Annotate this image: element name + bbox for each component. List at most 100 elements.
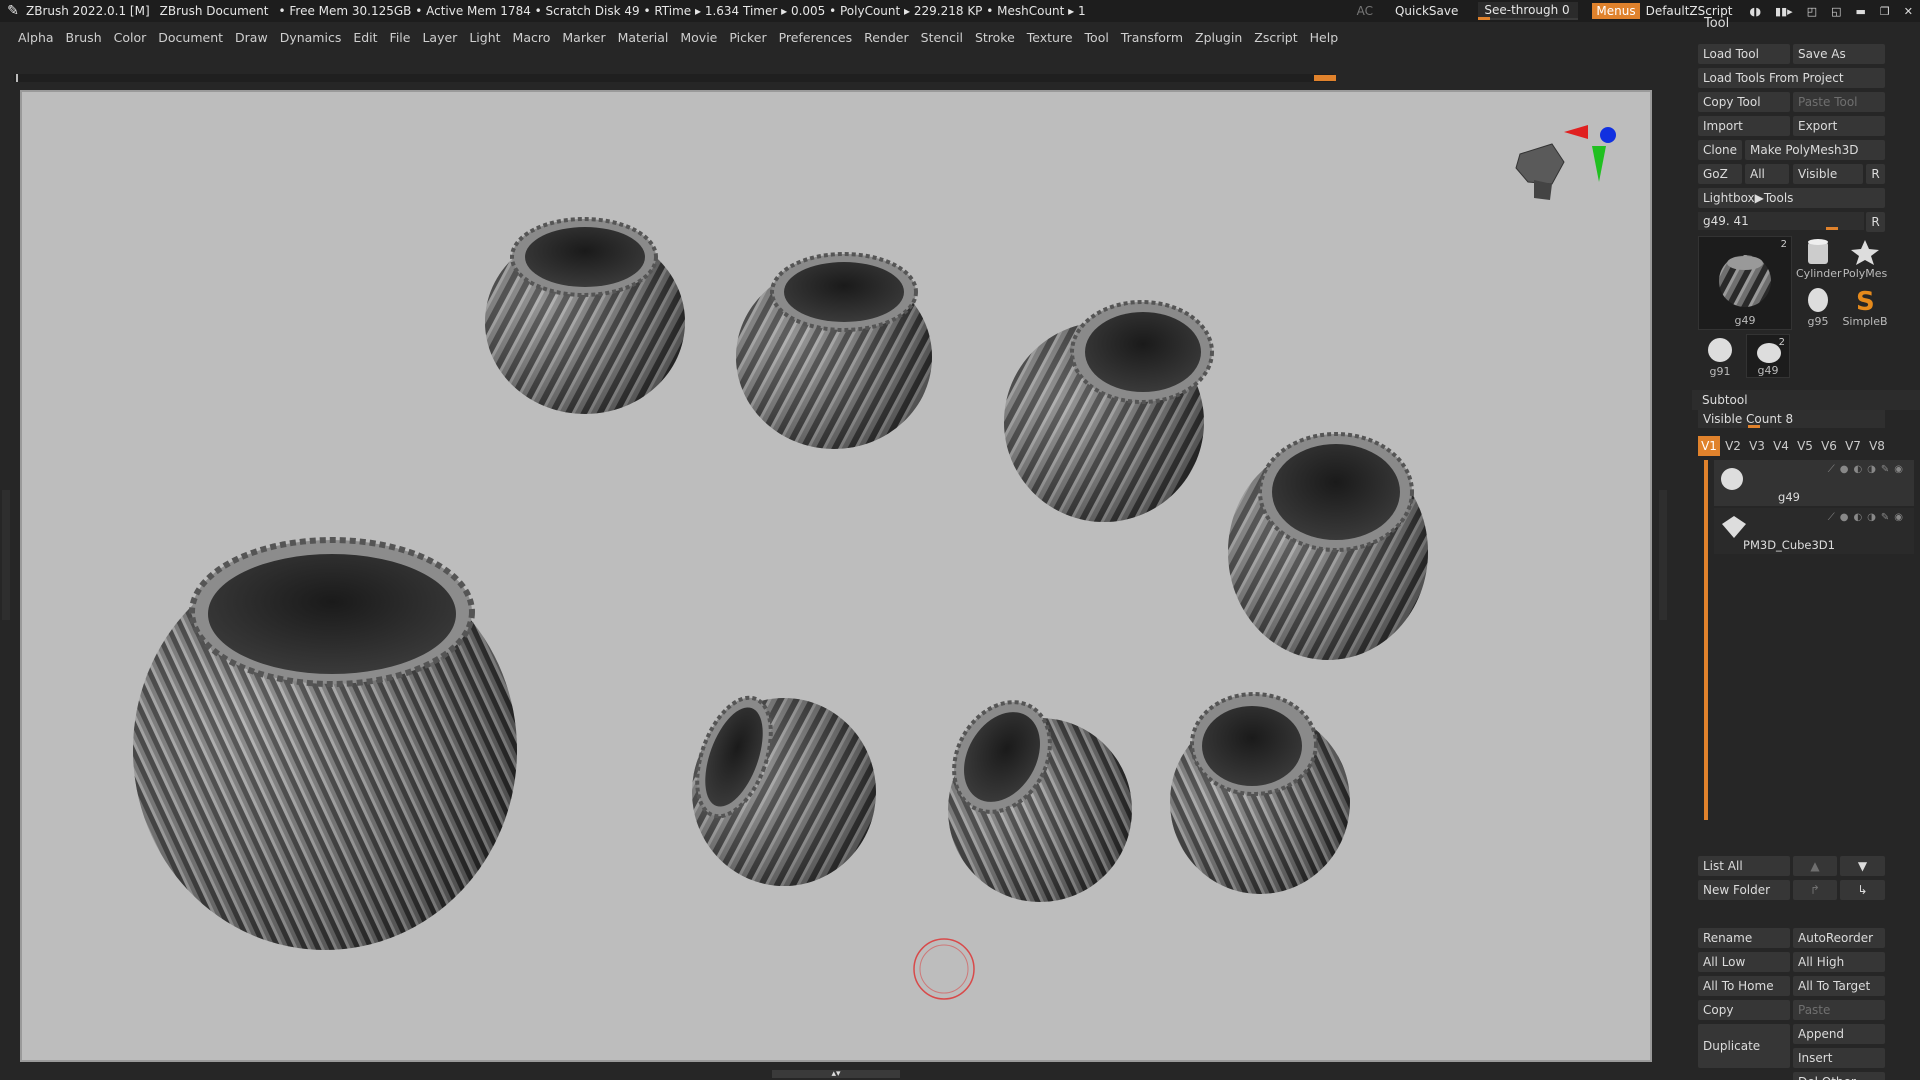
layout-arrows-icon[interactable]: ▮▮▸ [1775, 5, 1793, 18]
menu-texture[interactable]: Texture [1027, 30, 1073, 45]
import-button[interactable]: Import [1698, 116, 1790, 136]
tab-v6[interactable]: V6 [1818, 436, 1840, 456]
export-button[interactable]: Export [1793, 116, 1885, 136]
tab-v2[interactable]: V2 [1722, 436, 1744, 456]
goz-all-button[interactable]: All [1745, 164, 1789, 184]
menu-picker[interactable]: Picker [729, 30, 766, 45]
visible-count-knob[interactable] [1748, 425, 1760, 428]
menu-preferences[interactable]: Preferences [779, 30, 853, 45]
clone-button[interactable]: Clone [1698, 140, 1742, 160]
ui-layout-alt-icon[interactable]: ◱ [1831, 5, 1841, 18]
left-tray-handle[interactable] [2, 490, 10, 620]
tool-slider-r-button[interactable]: R [1866, 212, 1885, 232]
paste-button[interactable]: Paste [1793, 1000, 1885, 1020]
menu-transform[interactable]: Transform [1121, 30, 1183, 45]
load-tool-button[interactable]: Load Tool [1698, 44, 1790, 64]
menu-tool[interactable]: Tool [1085, 30, 1109, 45]
menu-zscript[interactable]: Zscript [1254, 30, 1297, 45]
menu-alpha[interactable]: Alpha [18, 30, 54, 45]
duplicate-button[interactable]: Duplicate [1698, 1024, 1790, 1068]
menu-render[interactable]: Render [864, 30, 909, 45]
menu-color[interactable]: Color [114, 30, 147, 45]
lightbox-tools-button[interactable]: Lightbox▶Tools [1698, 188, 1885, 208]
visible-count-slider[interactable]: Visible Count 8 [1698, 410, 1885, 428]
see-through-slider[interactable]: See-through 0 [1478, 2, 1579, 20]
menu-layer[interactable]: Layer [422, 30, 457, 45]
subtool-row-icons[interactable]: ⟋●◐◑✎◉ [1828, 464, 1908, 475]
insert-button[interactable]: Insert [1793, 1048, 1885, 1068]
all-to-home-button[interactable]: All To Home [1698, 976, 1790, 996]
goz-visible-button[interactable]: Visible [1793, 164, 1863, 184]
ui-layout-icon[interactable]: ◰ [1807, 5, 1817, 18]
vase-model-1[interactable] [485, 217, 685, 414]
navigation-gizmo-icon[interactable] [1515, 125, 1616, 200]
subtool-scrollbar[interactable] [1704, 460, 1708, 820]
copy-button[interactable]: Copy [1698, 1000, 1790, 1020]
tool-thumb-cylinder[interactable]: Cylinder [1796, 236, 1842, 280]
menu-stencil[interactable]: Stencil [921, 30, 963, 45]
copy-tool-button[interactable]: Copy Tool [1698, 92, 1790, 112]
paste-tool-button[interactable]: Paste Tool [1793, 92, 1885, 112]
see-through-knob[interactable] [1478, 17, 1491, 20]
vase-model-3[interactable] [1004, 300, 1214, 522]
folder-into-icon[interactable]: ↳ [1840, 880, 1885, 900]
menu-edit[interactable]: Edit [353, 30, 377, 45]
subtool-header[interactable]: Subtool [1692, 390, 1920, 410]
del-other-button[interactable]: Del Other [1793, 1072, 1885, 1080]
restore-icon[interactable]: ❐ [1880, 5, 1890, 18]
menus-toggle-button[interactable]: Menus [1592, 3, 1640, 19]
autoreorder-button[interactable]: AutoReorder [1793, 928, 1885, 948]
menu-marker[interactable]: Marker [562, 30, 605, 45]
bottom-tray-handle[interactable]: ▴▾ [772, 1070, 900, 1079]
zbrush-logo-icon[interactable]: ✎ [4, 2, 22, 20]
vase-model-8[interactable] [1170, 692, 1350, 894]
menu-movie[interactable]: Movie [680, 30, 717, 45]
right-tray-handle[interactable] [1659, 490, 1667, 620]
list-all-button[interactable]: List All [1698, 856, 1790, 876]
tool-thumb-simpleb[interactable]: S SimpleB [1842, 284, 1888, 328]
menu-dynamics[interactable]: Dynamics [280, 30, 342, 45]
close-icon[interactable]: ✕ [1904, 5, 1913, 18]
ac-button[interactable]: AC [1357, 4, 1373, 18]
new-folder-button[interactable]: New Folder [1698, 880, 1790, 900]
tool-slider-knob[interactable] [1826, 227, 1838, 230]
tool-thumb-g91[interactable]: g91 [1698, 334, 1742, 378]
tool-thumb-g49b[interactable]: 2 g49 [1746, 334, 1790, 378]
tool-thumb-main[interactable]: 2 g49 [1698, 236, 1792, 330]
menu-macro[interactable]: Macro [513, 30, 551, 45]
all-to-target-button[interactable]: All To Target [1793, 976, 1885, 996]
timeline-strip[interactable] [14, 74, 1336, 82]
vase-model-7[interactable] [935, 685, 1132, 902]
menu-zplugin[interactable]: Zplugin [1195, 30, 1242, 45]
menu-file[interactable]: File [390, 30, 411, 45]
tool-slider[interactable]: g49. 41 [1698, 212, 1864, 230]
layout-toggle-icon[interactable]: ◖◗ [1749, 5, 1761, 18]
canvas-viewport[interactable] [20, 90, 1652, 1062]
menu-light[interactable]: Light [469, 30, 500, 45]
tool-thumb-g95[interactable]: g95 [1796, 284, 1840, 328]
make-polymesh3d-button[interactable]: Make PolyMesh3D [1745, 140, 1885, 160]
goz-button[interactable]: GoZ [1698, 164, 1742, 184]
tab-v1[interactable]: V1 [1698, 436, 1720, 456]
tab-v3[interactable]: V3 [1746, 436, 1768, 456]
all-high-button[interactable]: All High [1793, 952, 1885, 972]
vase-model-6[interactable] [683, 688, 876, 886]
minimize-icon[interactable]: ▬ [1856, 5, 1866, 18]
quicksave-button[interactable]: QuickSave [1395, 4, 1458, 18]
rename-button[interactable]: Rename [1698, 928, 1790, 948]
folder-move-icon[interactable]: ↱ [1793, 880, 1837, 900]
tab-v4[interactable]: V4 [1770, 436, 1792, 456]
tool-thumb-polymesh[interactable]: PolyMes [1842, 236, 1888, 280]
tab-v8[interactable]: V8 [1866, 436, 1888, 456]
vase-model-2[interactable] [736, 252, 932, 449]
menu-draw[interactable]: Draw [235, 30, 268, 45]
menu-stroke[interactable]: Stroke [975, 30, 1015, 45]
vase-model-large[interactable] [133, 537, 517, 950]
menu-help[interactable]: Help [1310, 30, 1339, 45]
subtool-row-icons[interactable]: ⟋●◐◑✎◉ [1828, 512, 1908, 523]
move-down-icon[interactable]: ▼ [1840, 856, 1885, 876]
menu-material[interactable]: Material [618, 30, 669, 45]
all-low-button[interactable]: All Low [1698, 952, 1790, 972]
menu-document[interactable]: Document [158, 30, 223, 45]
subtool-item-g49[interactable]: ⟋●◐◑✎◉ g49 [1714, 460, 1914, 506]
